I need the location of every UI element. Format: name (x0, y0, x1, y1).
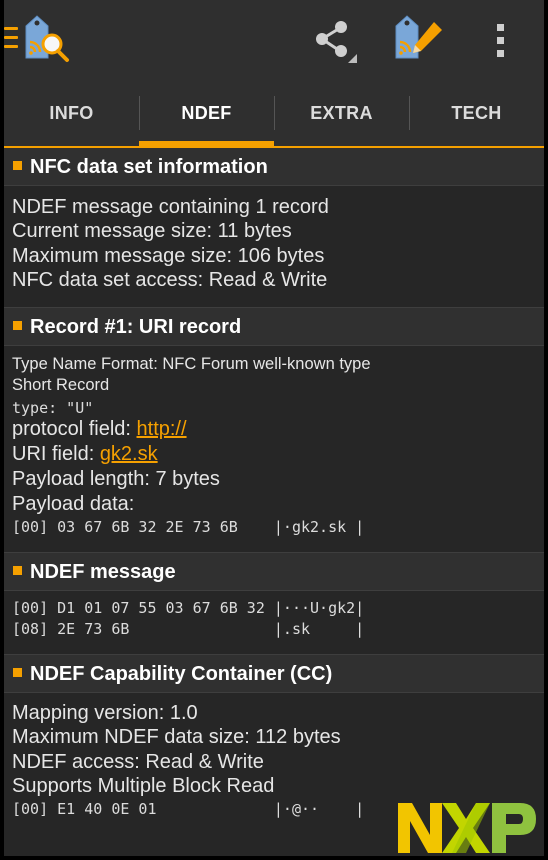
info-line: Maximum message size: 106 bytes (12, 245, 325, 267)
section-bullet (13, 321, 22, 330)
protocol-link[interactable]: http:// (137, 418, 187, 440)
section-header-ndef-message: NDEF message (4, 553, 544, 591)
record-payload-length: Payload length: 7 bytes (12, 468, 220, 490)
ndef-hex-line: [08] 2E 73 6B |.sk | (12, 620, 365, 638)
section-title: NFC data set information (30, 156, 268, 178)
tab-selected-indicator (139, 141, 274, 148)
cc-line: Maximum NDEF data size: 112 bytes (12, 726, 341, 748)
cc-line: Supports Multiple Block Read (12, 775, 275, 797)
ndef-hex-line: [00] D1 01 07 55 03 67 6B 32 |···U·gk2| (12, 599, 365, 617)
info-line: NDEF message containing 1 record (12, 196, 329, 218)
tab-tech[interactable]: TECH (409, 78, 544, 146)
hamburger-icon[interactable] (4, 27, 18, 51)
tab-ndef[interactable]: NDEF (139, 78, 274, 146)
nfc-tag-write-icon[interactable] (394, 14, 446, 64)
section-title: NDEF message (30, 561, 176, 583)
uri-label: URI field: (12, 443, 100, 465)
info-line: Current message size: 11 bytes (12, 220, 292, 242)
section-header-nfc-info: NFC data set information (4, 148, 544, 186)
section-bullet (13, 566, 22, 575)
record-payload-data-label: Payload data: (12, 493, 135, 515)
cc-line: Mapping version: 1.0 (12, 702, 198, 724)
tab-extra[interactable]: EXTRA (274, 78, 409, 146)
ndef-content[interactable]: NFC data set information NDEF message co… (4, 148, 544, 856)
share-icon[interactable] (312, 20, 362, 66)
info-line: NFC data set access: Read & Write (12, 269, 328, 291)
section-bullet (13, 161, 22, 170)
app-bar (4, 0, 544, 78)
tab-info[interactable]: INFO (4, 78, 139, 146)
uri-link[interactable]: gk2.sk (100, 443, 158, 465)
record-uri: URI field: gk2.sk (12, 443, 158, 466)
app-window: INFO NDEF EXTRA TECH NFC data set inform… (4, 0, 544, 856)
record-tnf: Type Name Format: NFC Forum well-known t… (12, 355, 371, 373)
section-header-cc: NDEF Capability Container (CC) (4, 655, 544, 693)
protocol-label: protocol field: (12, 418, 137, 440)
record-type: type: "U" (12, 399, 94, 417)
more-vert-icon[interactable] (494, 24, 508, 58)
section-title: Record #1: URI record (30, 316, 242, 338)
tab-bar: INFO NDEF EXTRA TECH (4, 78, 544, 148)
cc-hex: [00] E1 40 0E 01 |·@·· | (12, 800, 365, 818)
nxp-logo (398, 803, 536, 853)
section-bullet (13, 668, 22, 677)
nfc-tag-search-icon (25, 15, 69, 62)
section-header-record: Record #1: URI record (4, 308, 544, 346)
record-protocol: protocol field: http:// (12, 418, 187, 441)
record-short: Short Record (12, 376, 110, 394)
section-title: NDEF Capability Container (CC) (30, 663, 333, 685)
record-payload-hex: [00] 03 67 6B 32 2E 73 6B |·gk2.sk | (12, 518, 365, 536)
cc-line: NDEF access: Read & Write (12, 751, 264, 773)
